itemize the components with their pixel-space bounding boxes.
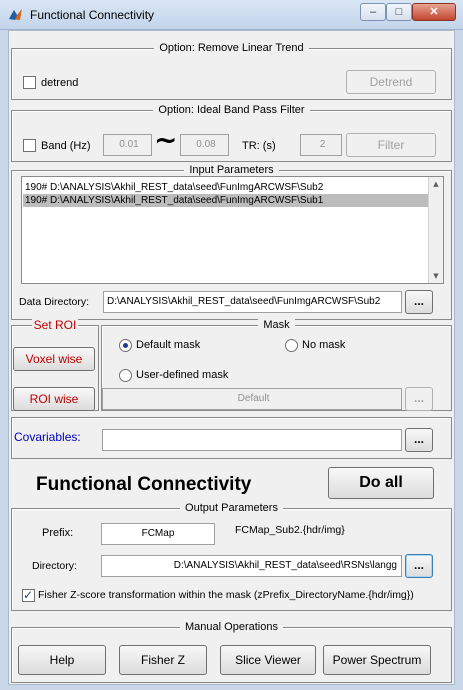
detrend-checkbox[interactable] bbox=[23, 76, 36, 89]
band-label: Band (Hz) bbox=[41, 140, 91, 152]
default-mask-radio[interactable] bbox=[119, 339, 132, 352]
tilde-separator: ~ bbox=[154, 123, 178, 156]
filter-button[interactable]: Filter bbox=[346, 133, 436, 157]
detrend-panel-title: Option: Remove Linear Trend bbox=[154, 42, 309, 54]
default-mask-label: Default mask bbox=[136, 339, 201, 351]
covariables-input[interactable] bbox=[102, 429, 402, 451]
manual-panel-title: Manual Operations bbox=[180, 621, 283, 633]
band-high-input[interactable]: 0.08 bbox=[180, 134, 229, 156]
fisher-z-button[interactable]: Fisher Z bbox=[119, 645, 207, 675]
output-directory-browse-button[interactable]: ... bbox=[405, 554, 433, 578]
bandpass-panel-title: Option: Ideal Band Pass Filter bbox=[153, 104, 310, 116]
slice-viewer-button[interactable]: Slice Viewer bbox=[220, 645, 316, 675]
data-directory-input[interactable]: D:\ANALYSIS\Akhil_REST_data\seed\FunImgA… bbox=[103, 291, 402, 313]
prefix-preview-text: FCMap_Sub2.{hdr/img} bbox=[235, 524, 345, 536]
do-all-button[interactable]: Do all bbox=[328, 467, 434, 499]
detrend-button[interactable]: Detrend bbox=[346, 70, 436, 94]
data-directory-browse-button[interactable]: ... bbox=[405, 290, 433, 314]
tr-label: TR: (s) bbox=[242, 140, 276, 152]
close-button[interactable]: ✕ bbox=[412, 3, 456, 21]
matlab-logo-icon bbox=[9, 9, 22, 20]
list-item[interactable]: 190# D:\ANALYSIS\Akhil_REST_data\seed\Fu… bbox=[23, 181, 428, 194]
set-roi-title: Set ROI bbox=[31, 318, 79, 332]
mask-file-input[interactable]: Default bbox=[102, 388, 402, 410]
input-panel-title: Input Parameters bbox=[184, 164, 279, 176]
fisher-z-label: Fisher Z-score transformation within the… bbox=[38, 589, 414, 601]
window-titlebar: Functional Connectivity – □ ✕ bbox=[0, 0, 463, 30]
power-spectrum-button[interactable]: Power Spectrum bbox=[323, 645, 431, 675]
covariables-label: Covariables: bbox=[14, 430, 81, 444]
mask-panel-title: Mask bbox=[258, 319, 295, 331]
output-panel-title: Output Parameters bbox=[180, 502, 283, 514]
bandpass-panel: Option: Ideal Band Pass Filter Band (Hz)… bbox=[11, 104, 452, 162]
covariables-browse-button[interactable]: ... bbox=[405, 428, 433, 452]
scroll-up-icon[interactable]: ▲ bbox=[429, 180, 443, 188]
prefix-input[interactable]: FCMap bbox=[101, 523, 215, 545]
scroll-down-icon[interactable]: ▼ bbox=[429, 272, 443, 280]
main-heading: Functional Connectivity bbox=[36, 474, 252, 495]
fisher-z-checkbox[interactable] bbox=[22, 588, 35, 602]
band-checkbox[interactable] bbox=[23, 139, 36, 152]
help-button[interactable]: Help bbox=[18, 645, 106, 675]
main-window-client: Option: Remove Linear Trend detrend Detr… bbox=[8, 30, 455, 685]
detrend-panel: Option: Remove Linear Trend detrend Detr… bbox=[11, 42, 452, 100]
no-mask-radio[interactable] bbox=[285, 339, 298, 352]
band-low-input[interactable]: 0.01 bbox=[103, 134, 152, 156]
tr-input[interactable]: 2 bbox=[300, 134, 342, 156]
user-defined-mask-radio[interactable] bbox=[119, 369, 132, 382]
user-defined-mask-label: User-defined mask bbox=[136, 369, 229, 381]
prefix-label: Prefix: bbox=[42, 527, 74, 539]
no-mask-label: No mask bbox=[302, 339, 346, 351]
maximize-button[interactable]: □ bbox=[386, 3, 412, 21]
mask-browse-button[interactable]: ... bbox=[405, 387, 433, 411]
window-title: Functional Connectivity bbox=[30, 8, 155, 22]
detrend-label: detrend bbox=[41, 77, 79, 89]
subject-listbox[interactable]: 190# D:\ANALYSIS\Akhil_REST_data\seed\Fu… bbox=[21, 176, 444, 284]
minimize-button[interactable]: – bbox=[360, 3, 386, 21]
list-item-selected[interactable]: 190# D:\ANALYSIS\Akhil_REST_data\seed\Fu… bbox=[23, 194, 428, 207]
data-directory-label: Data Directory: bbox=[19, 296, 90, 308]
output-directory-label: Directory: bbox=[32, 560, 77, 572]
listbox-scrollbar[interactable]: ▲ ▼ bbox=[428, 177, 443, 283]
voxel-wise-button[interactable]: Voxel wise bbox=[13, 347, 95, 371]
output-directory-input[interactable]: D:\ANALYSIS\Akhil_REST_data\seed\RSNs\la… bbox=[101, 555, 402, 577]
roi-wise-button[interactable]: ROI wise bbox=[13, 387, 95, 411]
